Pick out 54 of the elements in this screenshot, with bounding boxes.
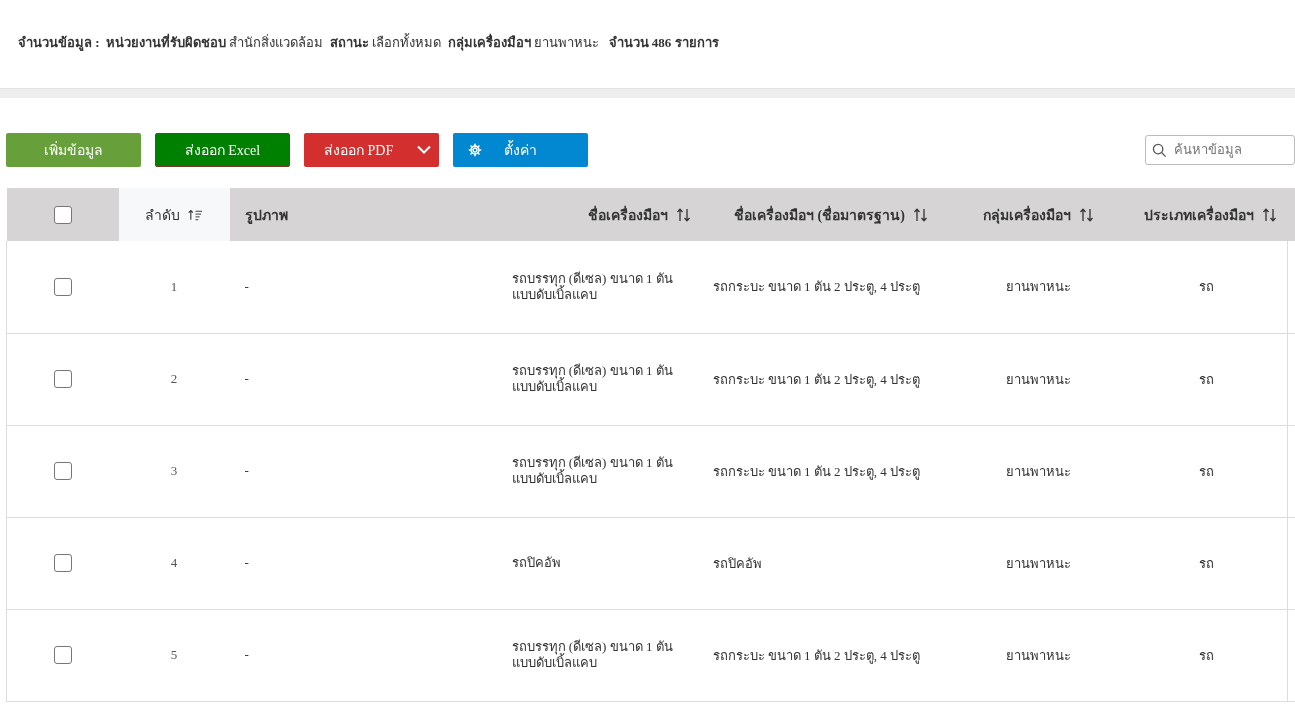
sort-icon bbox=[675, 207, 692, 222]
sortable-column-header[interactable]: ชื่อเครื่องมือฯ (ชื่อมาตรฐาน) bbox=[734, 203, 929, 226]
column-header: รูปภาพ bbox=[244, 206, 288, 226]
table-cell: รถ bbox=[1198, 463, 1214, 479]
table-cell: - bbox=[244, 371, 249, 386]
settings-button[interactable]: ตั้งค่า bbox=[453, 133, 588, 167]
sort-icon bbox=[1078, 207, 1095, 222]
table-cell: รถ bbox=[1198, 555, 1214, 571]
row-checkbox[interactable] bbox=[53, 554, 72, 572]
row-checkbox[interactable] bbox=[53, 277, 72, 296]
settings-icon bbox=[468, 143, 482, 157]
table-cell: ยานพาหนะ bbox=[1006, 647, 1071, 663]
table-cell-text: รถปิคอัพ bbox=[511, 554, 562, 572]
table-cell: 1 bbox=[170, 278, 178, 294]
export-pdf-button[interactable]: ส่งออก PDF bbox=[304, 133, 439, 167]
search-field[interactable]: ค้นหาข้อมูล bbox=[1145, 135, 1295, 165]
table-cell-text: รถบรรทุก (ดีเซล) ขนาด 1 ตัน แบบดับเบิ้ลแคบ bbox=[511, 270, 674, 303]
sort-icon bbox=[912, 207, 929, 222]
table-cell: 5 bbox=[170, 647, 178, 662]
select-all-checkbox[interactable] bbox=[53, 205, 72, 224]
row-checkbox[interactable] bbox=[53, 370, 72, 388]
search-icon bbox=[1152, 143, 1167, 158]
row-checkbox[interactable] bbox=[53, 646, 72, 664]
table-cell: 3 bbox=[170, 463, 178, 478]
table-cell: รถกระบะ ขนาด 1 ตัน 2 ประตู, 4 ประตู bbox=[712, 371, 920, 387]
table-cell: ยานพาหนะ bbox=[1006, 463, 1071, 479]
table-cell: - bbox=[244, 647, 249, 662]
table-cell: ยานพาหนะ bbox=[1006, 371, 1071, 387]
table-cell-text: รถบรรทุก (ดีเซล) ขนาด 1 ตัน แบบดับเบิ้ลแคบ bbox=[511, 638, 674, 672]
table-cell: - bbox=[244, 463, 249, 478]
table-cell-text: รถบรรทุก (ดีเซล) ขนาด 1 ตัน แบบดับเบิ้ลแคบ bbox=[511, 454, 674, 488]
table-cell: รถปิคอัพ bbox=[712, 555, 762, 571]
table-cell: รถ bbox=[1198, 371, 1214, 387]
sortable-column-header[interactable]: ประเภทเครื่องมือฯ bbox=[1143, 203, 1278, 226]
table-cell-text: รถบรรทุก (ดีเซล) ขนาด 1 ตัน แบบดับเบิ้ลแคบ bbox=[511, 362, 674, 396]
table-cell: ยานพาหนะ bbox=[1006, 279, 1071, 295]
sort-ascending-icon bbox=[188, 208, 203, 221]
table-cell: รถกระบะ ขนาด 1 ตัน 2 ประตู, 4 ประตู bbox=[712, 463, 920, 479]
table-cell: รถ bbox=[1198, 279, 1214, 295]
table-cell: - bbox=[244, 278, 249, 294]
table-cell: 2 bbox=[170, 371, 178, 386]
table-cell: ยานพาหนะ bbox=[1006, 555, 1071, 571]
table-cell: รถ bbox=[1198, 647, 1214, 663]
data-summary: จำนวนข้อมูล : หน่วยงานที่รับผิดชอบ สำนักสิ่งแวดล้อม สถานะ เลือกทั้งหมด กลุ่มเครื่องมือฯ ยานพาหนะ จำนวน 486 รายการ bbox=[18, 32, 719, 53]
sortable-column-header[interactable]: ชื่อเครื่องมือฯ bbox=[587, 203, 692, 226]
row-checkbox[interactable] bbox=[53, 462, 72, 480]
table-cell: - bbox=[244, 555, 249, 570]
chevron-down-icon bbox=[417, 145, 431, 154]
export-excel-button[interactable]: ส่งออก Excel bbox=[155, 133, 290, 167]
table-cell: 4 bbox=[170, 555, 178, 570]
sortable-column-header[interactable]: กลุ่มเครื่องมือฯ bbox=[982, 203, 1095, 226]
sort-icon bbox=[1261, 207, 1278, 222]
table-cell: รถกระบะ ขนาด 1 ตัน 2 ประตู, 4 ประตู bbox=[712, 279, 920, 295]
table-cell: รถกระบะ ขนาด 1 ตัน 2 ประตู, 4 ประตู bbox=[712, 647, 920, 663]
